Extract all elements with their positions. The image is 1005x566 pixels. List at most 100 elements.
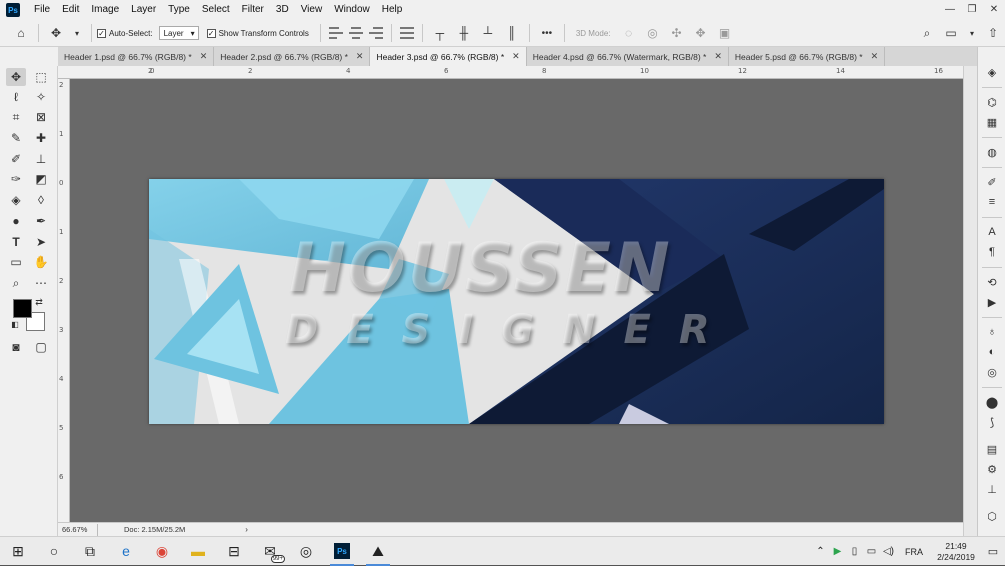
network-icon[interactable]: ▭ — [863, 546, 880, 557]
3d-pan-icon[interactable]: ✣ — [668, 24, 686, 42]
eraser-tool-icon[interactable]: ◩ — [31, 170, 51, 188]
notification-center-icon[interactable]: ▭ — [981, 545, 1005, 558]
chevron-right-icon[interactable]: › — [245, 525, 248, 534]
channels-icon[interactable]: ▦ — [984, 115, 1000, 129]
swap-colors-icon[interactable]: ⇄ — [32, 296, 46, 308]
quick-mask-icon[interactable]: ◙ — [6, 338, 26, 356]
distribute-vertical-icon[interactable]: ║ — [503, 24, 521, 42]
tab-header-2[interactable]: Header 2.psd @ 66.7% (RGB/8) * ✕ — [214, 47, 371, 66]
styles-icon[interactable]: ◎ — [984, 365, 1000, 379]
menu-view[interactable]: View — [295, 0, 329, 20]
zoom-tool-icon[interactable]: ⌕ — [6, 274, 26, 292]
blur-tool-icon[interactable]: ◊ — [31, 191, 51, 209]
navigator-icon[interactable]: ◍ — [984, 145, 1000, 159]
foreground-color-swatch[interactable] — [13, 299, 32, 318]
3d-icon[interactable]: ⌬ — [984, 95, 1000, 109]
tab-header-5[interactable]: Header 5.psd @ 66.7% (RGB/8) * ✕ — [729, 47, 886, 66]
document-canvas[interactable]: HOUSSEN DESIGNER — [149, 179, 884, 424]
auto-select-target-dropdown[interactable]: Layer ▾ — [158, 26, 199, 40]
history-icon[interactable]: ⟲ — [984, 275, 1000, 289]
3d-scale-icon[interactable]: ▣ — [716, 24, 734, 42]
obs-icon[interactable]: ◎ — [288, 537, 324, 566]
show-transform-controls-checkbox[interactable]: ✓ Show Transform Controls — [206, 28, 309, 38]
auto-select-checkbox[interactable]: ✓ Auto-Select: — [97, 28, 153, 38]
menu-file[interactable]: File — [28, 0, 56, 20]
clock[interactable]: 21:49 2/24/2019 — [931, 541, 981, 563]
magic-wand-tool-icon[interactable]: ✧ — [31, 88, 51, 106]
workspace-icon[interactable]: ▭ — [942, 24, 960, 42]
character-icon[interactable]: A — [984, 225, 1000, 239]
more-options-button[interactable]: ••• — [538, 24, 556, 42]
share-icon[interactable]: ⇧ — [984, 24, 1002, 42]
menu-help[interactable]: Help — [376, 0, 409, 20]
zoom-level-field[interactable]: 66.67% — [58, 523, 98, 536]
language-indicator[interactable]: FRA — [905, 547, 923, 557]
frame-tool-icon[interactable]: ⊠ — [31, 108, 51, 126]
home-icon[interactable]: ⌂ — [12, 24, 30, 42]
tab-header-1[interactable]: Header 1.psd @ 66.7% (RGB/8) * ✕ — [58, 47, 215, 66]
move-tool-preset-icon[interactable]: ✥ — [47, 24, 65, 42]
brush-tool-icon[interactable]: ✐ — [6, 150, 26, 168]
menu-3d[interactable]: 3D — [270, 0, 295, 20]
lasso-tool-icon[interactable]: ℓ — [6, 88, 26, 106]
paths-icon[interactable]: ⟆ — [984, 415, 1000, 429]
path-selection-tool-icon[interactable]: ➤ — [31, 233, 51, 251]
align-bottom-icon[interactable]: ┴ — [479, 24, 497, 42]
history-brush-tool-icon[interactable]: ✑ — [6, 170, 26, 188]
brushes-icon[interactable]: ✐ — [984, 175, 1000, 189]
usb-icon[interactable]: ▯ — [846, 546, 863, 557]
close-button[interactable]: ✕ — [983, 0, 1005, 18]
vertical-scrollbar[interactable] — [963, 66, 977, 536]
actions-icon[interactable]: ▶ — [984, 295, 1000, 309]
move-tool-icon[interactable]: ✥ — [6, 68, 26, 86]
align-left-icon[interactable] — [328, 27, 343, 39]
menu-select[interactable]: Select — [196, 0, 236, 20]
pen-tool-icon[interactable]: ✒ — [31, 212, 51, 230]
file-explorer-icon[interactable]: ▬ — [180, 537, 216, 566]
swatches-icon[interactable]: ⬤ — [984, 395, 1000, 409]
menu-image[interactable]: Image — [85, 0, 125, 20]
info-icon[interactable]: ♁ — [984, 325, 1000, 339]
tab-header-4[interactable]: Header 4.psd @ 66.7% (Watermark, RGB/8) … — [527, 47, 729, 66]
shape-tool-icon[interactable]: ▭ — [6, 253, 26, 271]
properties-icon[interactable]: ⚙ — [984, 462, 1000, 476]
3d-orbit-icon[interactable]: ◌ — [620, 24, 638, 42]
default-colors-icon[interactable]: ◧ — [8, 318, 22, 330]
align-center-icon[interactable] — [348, 27, 363, 39]
mail-icon[interactable]: ✉ 99+ — [252, 537, 288, 566]
stamp-tool-icon[interactable]: ⊥ — [31, 150, 51, 168]
menu-window[interactable]: Window — [328, 0, 376, 20]
paint-bucket-tool-icon[interactable]: ◈ — [6, 191, 26, 209]
paragraph-icon[interactable]: ¶ — [984, 245, 1000, 259]
close-icon[interactable]: ✕ — [356, 51, 364, 62]
search-icon[interactable]: ⌕ — [918, 24, 936, 42]
restore-button[interactable]: ❐ — [961, 0, 983, 18]
windows-start-icon[interactable]: ⊞ — [0, 537, 36, 566]
close-icon[interactable]: ✕ — [200, 51, 208, 62]
menu-type[interactable]: Type — [162, 0, 196, 20]
3d-slide-icon[interactable]: ✥ — [692, 24, 710, 42]
ruler-horizontal[interactable]: 2 0 2 4 6 8 10 12 14 16 — [58, 66, 963, 79]
3d-roll-icon[interactable]: ◎ — [644, 24, 662, 42]
tab-header-3[interactable]: Header 3.psd @ 66.7% (RGB/8) * ✕ — [370, 47, 527, 66]
ruler-vertical[interactable]: 2 1 0 1 2 3 4 5 6 — [58, 79, 70, 522]
align-middle-icon[interactable]: ╫ — [455, 24, 473, 42]
close-icon[interactable]: ✕ — [871, 51, 879, 62]
menu-filter[interactable]: Filter — [236, 0, 270, 20]
libraries-icon[interactable]: ▤ — [984, 442, 1000, 456]
hand-tool-icon[interactable]: ✋ — [31, 253, 51, 271]
align-top-icon[interactable]: ┬ — [431, 24, 449, 42]
chevron-up-icon[interactable]: ⌃ — [812, 546, 829, 557]
chrome-icon[interactable]: ◉ — [144, 537, 180, 566]
store-icon[interactable]: ⊟ — [216, 537, 252, 566]
play-icon[interactable]: ▶ — [829, 546, 846, 557]
healing-brush-tool-icon[interactable]: ✚ — [31, 129, 51, 147]
photoshop-taskbar-icon[interactable]: Ps — [324, 537, 360, 566]
adjustments-icon[interactable]: ◐ — [984, 345, 1000, 359]
dodge-tool-icon[interactable]: ● — [6, 212, 26, 230]
edge-icon[interactable]: e — [108, 537, 144, 566]
3d-cube-icon[interactable]: ⬡ — [984, 509, 1000, 523]
menu-edit[interactable]: Edit — [56, 0, 85, 20]
crop-tool-icon[interactable]: ⌗ — [6, 108, 26, 126]
brush-settings-icon[interactable]: ≡ — [984, 195, 1000, 209]
